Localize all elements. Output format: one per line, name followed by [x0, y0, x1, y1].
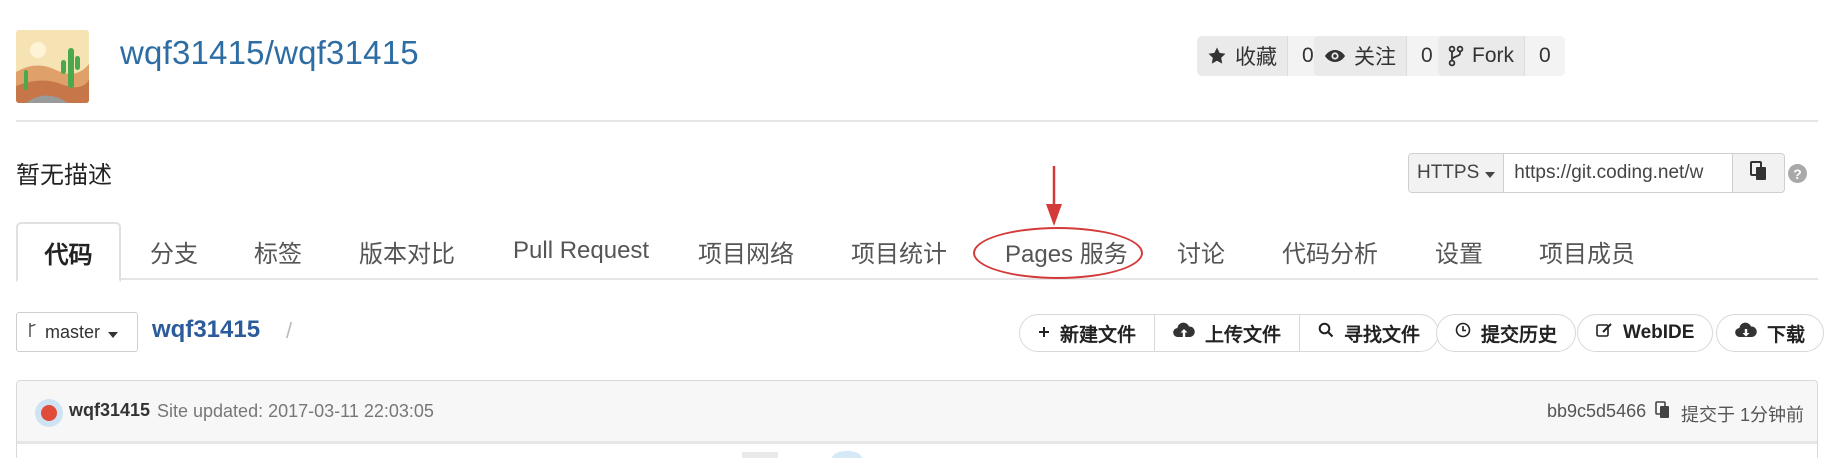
file-list-avatar-fragment: [832, 451, 862, 458]
webide-button[interactable]: WebIDE: [1577, 314, 1714, 352]
tab-code-analysis[interactable]: 代码分析: [1282, 222, 1378, 280]
caret-down-icon: [1485, 162, 1496, 184]
breadcrumb-separator: /: [286, 318, 293, 343]
fork-count[interactable]: 0: [1524, 36, 1565, 76]
star-group: 收藏 0: [1197, 36, 1328, 76]
protocol-label: HTTPS: [1417, 162, 1480, 183]
cloud-upload-icon: [1173, 322, 1195, 344]
repo-header: wqf31415/wqf31415 收藏 0 关注 0 Fork 0: [16, 30, 1818, 122]
tab-branches[interactable]: 分支: [150, 222, 198, 280]
commit-history-label: 提交历史: [1481, 324, 1558, 346]
upload-file-label: 上传文件: [1205, 324, 1282, 346]
star-button[interactable]: 收藏: [1197, 36, 1287, 76]
download-label: 下载: [1767, 324, 1806, 346]
tab-pull-request[interactable]: Pull Request: [513, 222, 649, 280]
tab-statistics[interactable]: 项目统计: [851, 222, 947, 280]
help-icon[interactable]: ?: [1788, 164, 1807, 183]
find-file-label: 寻找文件: [1344, 324, 1421, 346]
committer-avatar[interactable]: [35, 399, 63, 427]
clock-icon: [1455, 322, 1471, 344]
branch-selector[interactable]: master: [16, 312, 138, 352]
commit-hash[interactable]: bb9c5d5466: [1547, 401, 1646, 422]
eye-icon: [1324, 46, 1346, 66]
fork-icon: [1448, 45, 1464, 67]
star-label: 收藏: [1235, 46, 1277, 69]
upload-file-button[interactable]: 上传文件: [1154, 315, 1299, 351]
download-button[interactable]: 下载: [1716, 314, 1825, 352]
commit-time: 提交于 1分钟前: [1681, 405, 1805, 425]
repo-title[interactable]: wqf31415/wqf31415: [120, 34, 419, 72]
file-list-fragment: [742, 452, 778, 458]
copy-url-button[interactable]: [1732, 154, 1785, 192]
committer-name[interactable]: wqf31415: [69, 400, 150, 421]
webide-label: WebIDE: [1623, 322, 1695, 343]
branch-name: master: [45, 321, 101, 342]
clone-url-box: HTTPS https://git.coding.net/w: [1408, 153, 1786, 193]
star-icon: [1207, 46, 1227, 66]
file-list-top: [16, 444, 1818, 458]
tab-code[interactable]: 代码: [16, 222, 121, 282]
plus-icon: [1038, 322, 1050, 344]
caret-down-icon: [108, 322, 119, 343]
repo-tabs: 代码 分支 标签 版本对比 Pull Request 项目网络 项目统计 Pag…: [16, 222, 1818, 282]
fork-group: Fork 0: [1438, 36, 1565, 76]
annotation-arrow: [1046, 166, 1062, 226]
tab-members[interactable]: 项目成员: [1539, 222, 1635, 280]
new-file-button[interactable]: 新建文件: [1020, 315, 1154, 351]
fork-button[interactable]: Fork: [1438, 36, 1524, 76]
tab-discussion[interactable]: 讨论: [1177, 222, 1225, 280]
fork-label: Fork: [1472, 44, 1514, 67]
cloud-download-icon: [1735, 322, 1757, 344]
protocol-select[interactable]: HTTPS: [1409, 154, 1505, 192]
file-actions-group: 新建文件 上传文件 寻找文件: [1019, 314, 1440, 352]
tab-tags[interactable]: 标签: [254, 222, 302, 280]
watch-label: 关注: [1354, 46, 1396, 69]
watch-button[interactable]: 关注: [1314, 36, 1406, 76]
clone-url-input[interactable]: https://git.coding.net/w: [1504, 154, 1732, 192]
edit-icon: [1596, 322, 1613, 344]
copy-hash-icon[interactable]: [1655, 401, 1671, 424]
tab-settings[interactable]: 设置: [1435, 222, 1483, 280]
branch-icon: [27, 322, 37, 343]
repo-avatar[interactable]: [16, 30, 89, 103]
repo-description: 暂无描述: [16, 162, 112, 189]
latest-commit-bar: wqf31415 Site updated: 2017-03-11 22:03:…: [16, 380, 1818, 444]
find-file-button[interactable]: 寻找文件: [1299, 315, 1438, 351]
tab-network[interactable]: 项目网络: [698, 222, 794, 280]
search-icon: [1318, 322, 1334, 344]
commit-message[interactable]: Site updated: 2017-03-11 22:03:05: [157, 401, 434, 422]
tab-compare[interactable]: 版本对比: [359, 222, 455, 280]
copy-icon: [1749, 160, 1768, 186]
breadcrumb-root[interactable]: wqf31415: [152, 316, 260, 344]
commit-history-button[interactable]: 提交历史: [1436, 314, 1577, 352]
new-file-label: 新建文件: [1060, 324, 1137, 346]
watch-group: 关注 0: [1314, 36, 1447, 76]
annotation-ellipse: [973, 227, 1143, 279]
